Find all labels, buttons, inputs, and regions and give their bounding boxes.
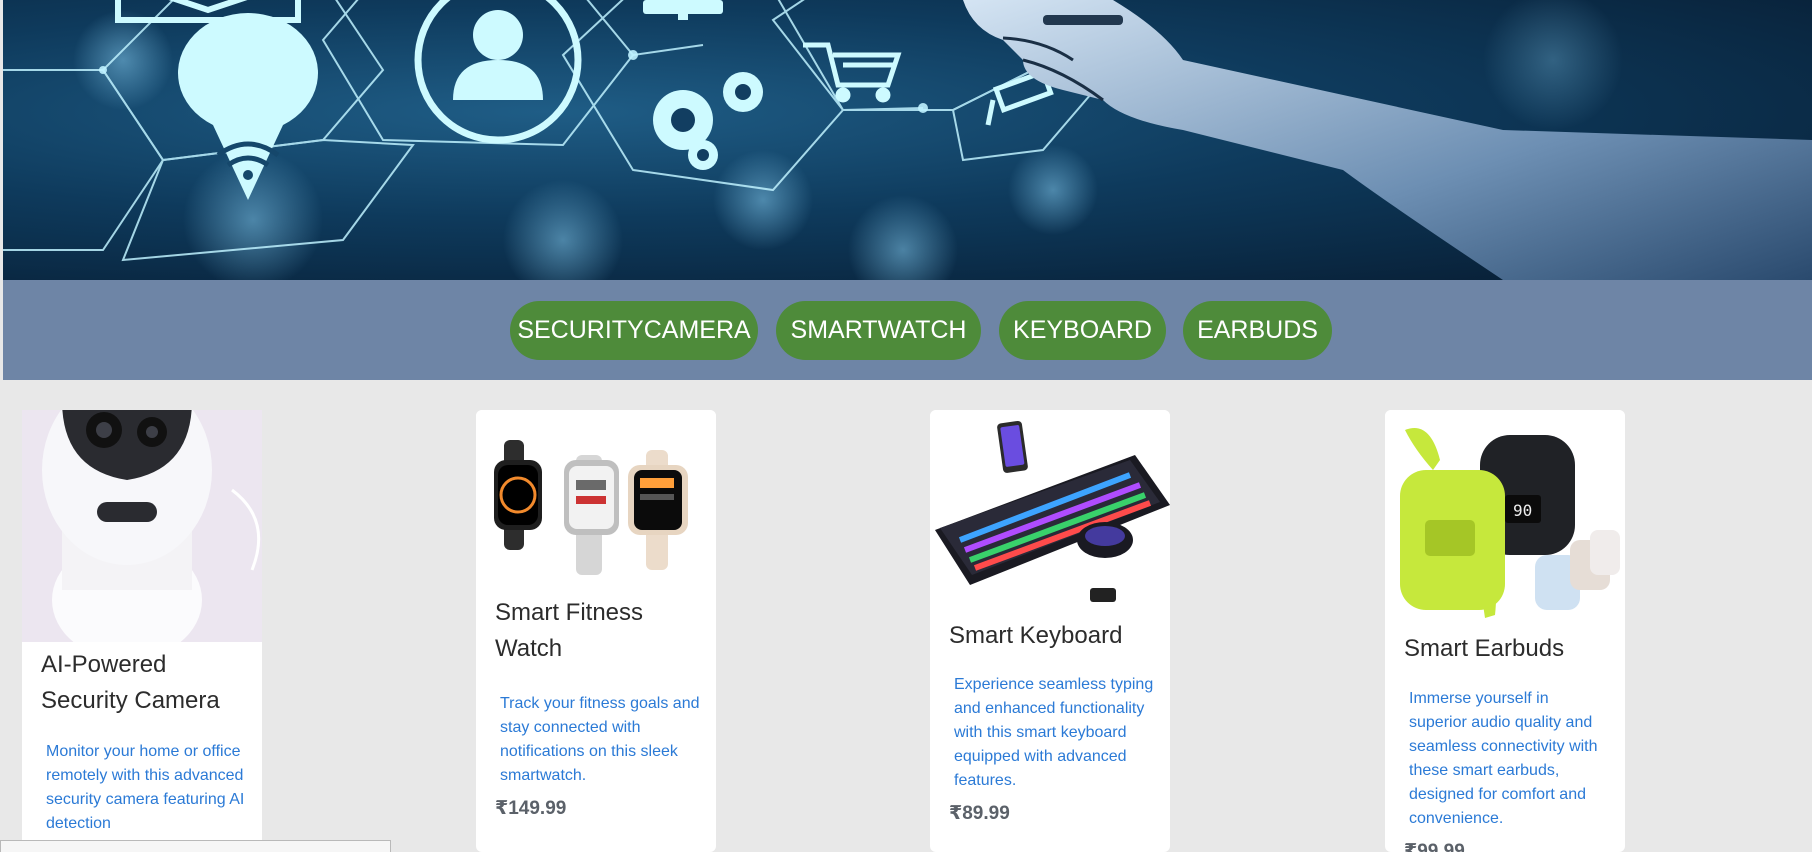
product-title: Smart Keyboard <box>949 622 1123 649</box>
hero-illustration <box>3 0 1812 280</box>
svg-text:90: 90 <box>1513 501 1532 520</box>
category-button-earbuds[interactable]: EARBUDS <box>1183 301 1332 360</box>
monitor-icon <box>643 0 723 20</box>
product-title: Smart Fitness Watch <box>495 599 644 662</box>
product-description: Track your fitness goals and stay connec… <box>500 695 700 784</box>
product-card[interactable]: Smart Keyboard Experience seamless typin… <box>930 410 1170 852</box>
product-price: ₹99.99 <box>1404 841 1465 852</box>
user-icon <box>414 0 582 144</box>
product-image-keyboard <box>930 410 1170 615</box>
product-image-security-camera <box>22 410 262 642</box>
category-button-smartwatch[interactable]: SMARTWATCH <box>776 301 981 360</box>
product-title: AI-Powered Security Camera <box>41 651 220 714</box>
product-image-earbuds: 90 <box>1385 410 1625 630</box>
product-card[interactable]: 90 Smart Earbuds Immerse yourself in sup… <box>1385 410 1625 852</box>
product-price: ₹89.99 <box>949 803 1010 824</box>
category-button-securitycamera[interactable]: SECURITYCAMERA <box>510 301 758 360</box>
browser-status-bar <box>0 840 391 852</box>
hero-banner <box>3 0 1812 280</box>
category-button-keyboard[interactable]: KEYBOARD <box>999 301 1166 360</box>
product-price: ₹149.99 <box>495 798 567 819</box>
product-description: Experience seamless typing and enhanced … <box>954 676 1154 789</box>
product-description: Monitor your home or office remotely wit… <box>46 743 245 832</box>
shopping-cart-icon <box>803 42 902 103</box>
robot-hand-icon <box>963 0 1812 280</box>
category-bar: SECURITYCAMERA SMARTWATCH KEYBOARD EARBU… <box>3 280 1812 380</box>
product-card[interactable]: AI-Powered Security Camera Monitor your … <box>22 410 262 852</box>
product-title: Smart Earbuds <box>1404 635 1565 662</box>
product-image-smartwatch <box>476 410 716 590</box>
product-description: Immerse yourself in superior audio quali… <box>1409 690 1598 827</box>
product-card[interactable]: Smart Fitness Watch Track your fitness g… <box>476 410 716 852</box>
